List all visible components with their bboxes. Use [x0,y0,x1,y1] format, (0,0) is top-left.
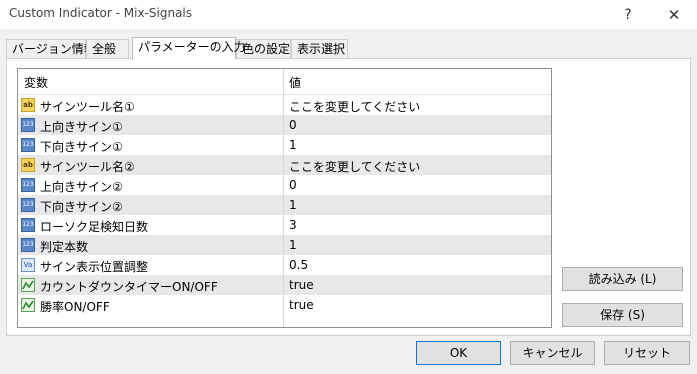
integer-type-icon: 123 [21,138,35,152]
param-name: ローソク足検知日数 [40,220,149,234]
boolean-type-icon [21,278,35,292]
table-row[interactable]: 123 下向きサイン① 1 [18,135,551,155]
reset-button[interactable]: リセット [604,341,690,365]
param-name: 上向きサイン① [40,120,123,134]
double-type-icon: Va [21,258,35,272]
table-row[interactable]: 123 上向きサイン② 0 [18,175,551,195]
close-button[interactable]: ✕ [652,0,696,29]
integer-type-icon: 123 [21,118,35,132]
table-row[interactable]: ab サインツール名② ここを変更してください [18,155,551,175]
param-name: 下向きサイン① [40,140,123,154]
table-header: 変数 値 [18,69,551,95]
table-row[interactable]: ab サインツール名① ここを変更してください [18,95,551,115]
table-row[interactable]: 勝率ON/OFF true [18,295,551,315]
param-value[interactable]: 3 [289,218,297,232]
param-name: サインツール名② [40,160,135,174]
column-header-value[interactable]: 値 [289,74,301,91]
param-value[interactable]: 0 [289,178,297,192]
table-row[interactable]: 123 判定本数 1 [18,235,551,255]
param-value[interactable]: ここを変更してください [289,158,420,175]
window-title: Custom Indicator - Mix-Signals [9,6,193,20]
tab-general[interactable]: 全般 [86,39,129,58]
param-name: 判定本数 [40,240,89,254]
param-value[interactable]: true [289,298,314,312]
boolean-type-icon [21,298,35,312]
param-name: サイン表示位置調整 [40,260,149,274]
param-value[interactable]: ここを変更してください [289,98,420,115]
param-name: 勝率ON/OFF [40,300,110,314]
string-type-icon: ab [21,98,35,112]
param-value[interactable]: true [289,278,314,292]
tab-display-select[interactable]: 表示選択 [291,39,348,58]
param-name: サインツール名① [40,100,135,114]
save-button[interactable]: 保存 (S) [562,303,683,327]
table-row[interactable]: 123 ローソク足検知日数 3 [18,215,551,235]
integer-type-icon: 123 [21,198,35,212]
parameter-table: 変数 値 ab サインツール名① ここを変更してください 123 上向きサイン①… [17,68,552,328]
ok-button[interactable]: OK [416,341,501,365]
column-header-variable[interactable]: 変数 [24,74,48,91]
param-name: カウントダウンタイマーON/OFF [40,280,218,294]
tab-parameters[interactable]: パラメーターの入力 [132,37,246,60]
param-value[interactable]: 1 [289,138,297,152]
tab-version-info[interactable]: バージョン情報 [6,39,96,58]
param-value[interactable]: 1 [289,198,297,212]
integer-type-icon: 123 [21,238,35,252]
param-value[interactable]: 0 [289,118,297,132]
integer-type-icon: 123 [21,178,35,192]
load-button[interactable]: 読み込み (L) [562,267,683,291]
param-value[interactable]: 1 [289,238,297,252]
title-bar: Custom Indicator - Mix-Signals ? ✕ [0,0,697,29]
help-button[interactable]: ? [606,0,650,29]
integer-type-icon: 123 [21,218,35,232]
table-row[interactable]: 123 上向きサイン① 0 [18,115,551,135]
table-row[interactable]: Va サイン表示位置調整 0.5 [18,255,551,275]
table-row[interactable]: カウントダウンタイマーON/OFF true [18,275,551,295]
table-row[interactable]: 123 下向きサイン② 1 [18,195,551,215]
column-divider [283,69,284,327]
cancel-button[interactable]: キャンセル [510,341,595,365]
param-name: 下向きサイン② [40,200,123,214]
string-type-icon: ab [21,158,35,172]
param-value[interactable]: 0.5 [289,258,308,272]
param-name: 上向きサイン② [40,180,123,194]
